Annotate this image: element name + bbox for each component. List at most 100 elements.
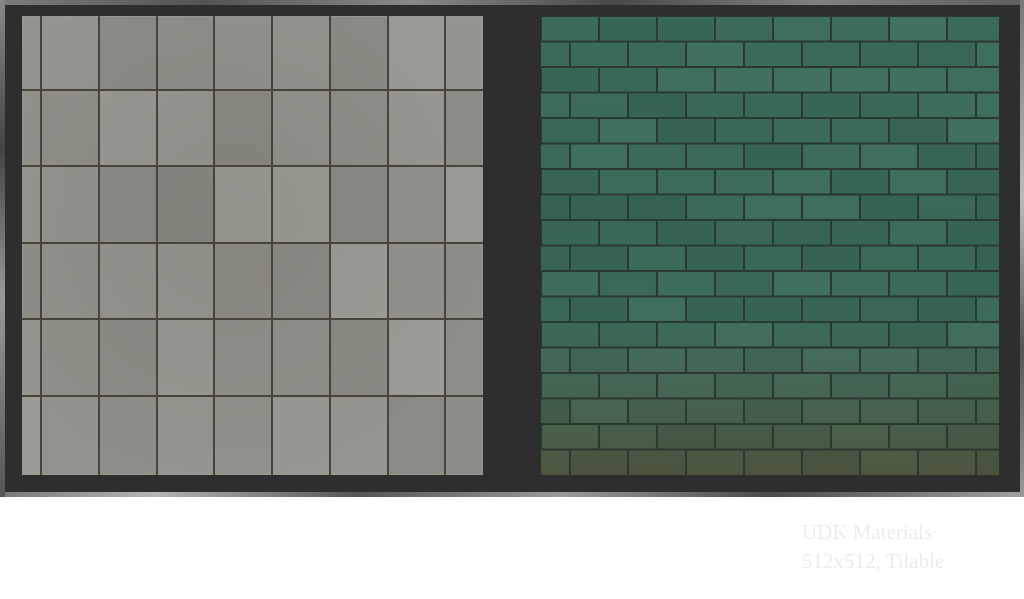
green-brick [803,43,859,66]
green-brick [832,221,888,244]
green-brick [861,94,917,117]
concrete-tile [273,244,329,318]
concrete-tile [331,244,387,318]
concrete-tile [42,167,98,242]
green-brick [977,145,999,168]
green-brick [541,94,569,117]
concrete-tile [389,167,444,242]
green-brick [803,247,859,270]
green-brick [571,247,627,270]
concrete-tile [42,397,98,474]
green-brick [745,196,801,219]
frame-border-top [0,0,1024,5]
green-brick [803,196,859,219]
concrete-tile [273,320,329,395]
green-brick [687,247,743,270]
green-brick [658,119,714,142]
concrete-tile [23,397,40,474]
green-brick [948,17,999,40]
green-brick [919,94,975,117]
frame-border-bottom [0,492,1024,497]
green-brick [890,17,946,40]
concrete-tile [446,167,482,242]
green-brick [861,43,917,66]
concrete-tile [389,320,444,395]
green-brick-texture [541,16,999,475]
green-brick [948,170,999,193]
green-brick [600,221,656,244]
green-brick [803,94,859,117]
green-brick [832,272,888,295]
green-brick [600,68,656,91]
green-brick [571,196,627,219]
green-brick [542,68,598,91]
concrete-tile-image [22,16,483,475]
green-brick [658,17,714,40]
green-brick [687,196,743,219]
green-brick [774,68,830,91]
concrete-tile [215,244,271,318]
concrete-tile [273,17,329,89]
green-brick [861,145,917,168]
frame-border-right [1020,0,1024,497]
concrete-tile [23,17,40,89]
concrete-tile [158,244,213,318]
concrete-tile [446,397,482,474]
green-brick [861,196,917,219]
concrete-tile-texture [22,16,483,475]
green-brick [658,170,714,193]
green-brick [890,170,946,193]
green-brick [542,221,598,244]
texture-frame [0,0,1024,497]
concrete-tile [42,244,98,318]
green-brick [716,170,772,193]
green-brick [629,43,685,66]
green-brick [716,68,772,91]
green-brick [803,145,859,168]
green-brick [774,221,830,244]
concrete-tile [331,167,387,242]
green-brick [658,272,714,295]
green-brick [600,17,656,40]
green-brick [629,247,685,270]
concrete-tile [215,320,271,395]
green-brick-image [541,16,999,475]
green-brick [687,145,743,168]
concrete-tile [100,17,156,89]
concrete-tile [100,244,156,318]
green-brick [745,94,801,117]
green-brick [890,68,946,91]
green-brick [687,94,743,117]
green-brick [948,221,999,244]
green-brick [977,43,999,66]
concrete-tile [100,167,156,242]
concrete-tile [273,397,329,474]
green-brick [571,94,627,117]
green-brick [977,247,999,270]
concrete-tile [158,397,213,474]
green-brick [774,272,830,295]
green-brick [541,43,569,66]
concrete-tile [23,320,40,395]
green-brick [745,145,801,168]
concrete-tile [389,91,444,165]
green-brick [745,43,801,66]
green-brick [919,196,975,219]
caption-title: UDK Materials [802,520,933,544]
green-brick [774,119,830,142]
concrete-tile [100,91,156,165]
green-brick [948,272,999,295]
concrete-tile [389,17,444,89]
concrete-tile [158,320,213,395]
concrete-tile [42,91,98,165]
green-brick [919,145,975,168]
concrete-tile [273,167,329,242]
green-brick [687,43,743,66]
green-brick [541,145,569,168]
concrete-tile [331,17,387,89]
concrete-tile [446,320,482,395]
concrete-tile [42,17,98,89]
green-brick [600,170,656,193]
concrete-tile [446,17,482,89]
texture-caption: UDK Materials 512x512, Tilable [802,518,944,576]
